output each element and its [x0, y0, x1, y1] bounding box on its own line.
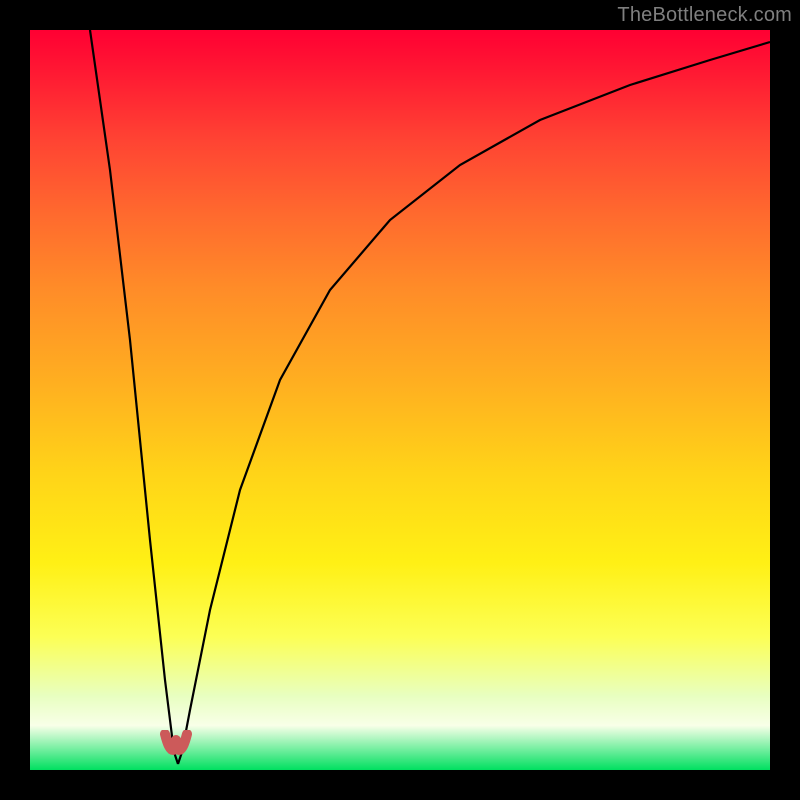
plot-area: [30, 30, 770, 770]
watermark-text: TheBottleneck.com: [617, 4, 792, 27]
curve-right-branch: [178, 42, 770, 764]
curve-left-branch: [90, 30, 178, 764]
chart-frame: TheBottleneck.com: [0, 0, 800, 800]
bottleneck-curve: [30, 30, 770, 770]
